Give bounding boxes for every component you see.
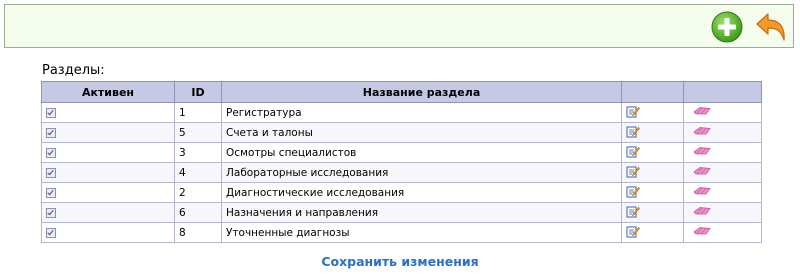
cell-active <box>41 182 175 203</box>
edit-button[interactable] <box>626 145 640 161</box>
header-name[interactable]: Название раздела <box>221 81 622 103</box>
toolbar <box>4 4 794 48</box>
edit-button[interactable] <box>626 205 640 221</box>
edit-icon <box>626 106 640 117</box>
cell-name: Регистратура <box>221 102 622 123</box>
cell-delete <box>683 162 762 183</box>
cell-active <box>41 222 175 243</box>
header-id[interactable]: ID <box>174 81 222 103</box>
cell-id: 4 <box>174 162 222 183</box>
active-checkbox[interactable] <box>46 207 56 218</box>
cell-delete <box>683 182 762 203</box>
cell-active <box>41 202 175 223</box>
cell-delete <box>683 202 762 223</box>
table-row: 3 Осмотры специалистов <box>41 142 762 163</box>
eraser-icon <box>693 167 711 175</box>
active-checkbox[interactable] <box>46 147 56 158</box>
cell-id: 8 <box>174 222 222 243</box>
active-checkbox[interactable] <box>46 107 56 118</box>
cell-edit <box>621 222 684 243</box>
header-edit <box>621 81 684 103</box>
active-checkbox[interactable] <box>46 187 56 198</box>
save-changes-link[interactable]: Сохранить изменения <box>0 254 800 269</box>
edit-icon <box>626 146 640 157</box>
table-row: 5 Счета и талоны <box>41 122 762 143</box>
table-header-row: Активен ID Название раздела <box>41 81 762 103</box>
edit-icon <box>626 126 640 137</box>
eraser-icon <box>693 127 711 135</box>
add-button[interactable] <box>710 10 744 44</box>
cell-edit <box>621 142 684 163</box>
cell-edit <box>621 102 684 123</box>
sections-table: Активен ID Название раздела 1 Регистратур… <box>41 81 762 243</box>
delete-button[interactable] <box>692 146 712 159</box>
table-row: 6 Назначения и направления <box>41 202 762 223</box>
cell-id: 3 <box>174 142 222 163</box>
cell-edit <box>621 182 684 203</box>
header-active[interactable]: Активен <box>41 81 175 103</box>
cell-delete <box>683 122 762 143</box>
delete-button[interactable] <box>692 106 712 119</box>
delete-button[interactable] <box>692 206 712 219</box>
cell-edit <box>621 202 684 223</box>
eraser-icon <box>693 147 711 155</box>
edit-button[interactable] <box>626 185 640 201</box>
delete-button[interactable] <box>692 226 712 239</box>
delete-button[interactable] <box>692 166 712 179</box>
cell-name: Осмотры специалистов <box>221 142 622 163</box>
cell-name: Лабораторные исследования <box>221 162 622 183</box>
eraser-icon <box>693 187 711 195</box>
edit-button[interactable] <box>626 165 640 181</box>
cell-name: Диагностические исследования <box>221 182 622 203</box>
cell-active <box>41 122 175 143</box>
cell-active <box>41 142 175 163</box>
cell-active <box>41 162 175 183</box>
edit-button[interactable] <box>626 225 640 241</box>
header-delete <box>683 81 762 103</box>
add-circle-icon <box>711 11 743 43</box>
cell-id: 5 <box>174 122 222 143</box>
cell-delete <box>683 102 762 123</box>
active-checkbox[interactable] <box>46 127 56 138</box>
cell-delete <box>683 222 762 243</box>
cell-active <box>41 102 175 123</box>
active-checkbox[interactable] <box>46 167 56 178</box>
edit-button[interactable] <box>626 105 640 121</box>
table-row: 1 Регистратура <box>41 102 762 123</box>
cell-id: 1 <box>174 102 222 123</box>
edit-icon <box>626 206 640 217</box>
eraser-icon <box>693 207 711 215</box>
table-row: 8 Уточненные диагнозы <box>41 222 762 243</box>
eraser-icon <box>693 107 711 115</box>
edit-icon <box>626 166 640 177</box>
section-title: Разделы: <box>42 63 105 78</box>
edit-icon <box>626 226 640 237</box>
edit-icon <box>626 186 640 197</box>
cell-name: Счета и талоны <box>221 122 622 143</box>
back-arrow-icon <box>756 13 785 41</box>
cell-id: 2 <box>174 182 222 203</box>
table-row: 4 Лабораторные исследования <box>41 162 762 183</box>
delete-button[interactable] <box>692 186 712 199</box>
edit-button[interactable] <box>626 125 640 141</box>
back-button[interactable] <box>755 10 789 44</box>
cell-delete <box>683 142 762 163</box>
cell-name: Уточненные диагнозы <box>221 222 622 243</box>
eraser-icon <box>693 227 711 235</box>
cell-edit <box>621 162 684 183</box>
table-row: 2 Диагностические исследования <box>41 182 762 203</box>
cell-id: 6 <box>174 202 222 223</box>
cell-name: Назначения и направления <box>221 202 622 223</box>
delete-button[interactable] <box>692 126 712 139</box>
active-checkbox[interactable] <box>46 227 56 238</box>
cell-edit <box>621 122 684 143</box>
